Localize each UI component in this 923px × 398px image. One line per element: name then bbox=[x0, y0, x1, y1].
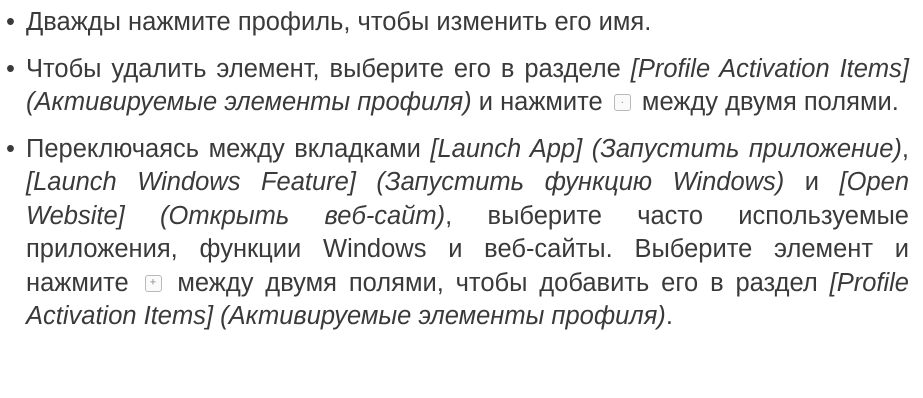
instruction-text: и нажмите bbox=[471, 88, 610, 116]
instruction-item-rename: Дважды нажмите профиль, чтобы изменить е… bbox=[6, 6, 909, 40]
instruction-text: Дважды нажмите профиль, чтобы изменить е… bbox=[26, 8, 652, 36]
instruction-text: . bbox=[665, 302, 673, 330]
instruction-text: Чтобы удалить элемент, выберите его в ра… bbox=[26, 54, 631, 83]
tab-name-launch-app: [Launch App] (Запустить приложение) bbox=[430, 134, 902, 163]
add-glyph: + bbox=[149, 276, 157, 289]
instruction-text: между двумя полями. bbox=[634, 88, 899, 116]
instruction-text: , bbox=[901, 134, 909, 163]
instruction-item-remove: Чтобы удалить элемент, выберите его в ра… bbox=[6, 53, 909, 120]
add-icon: + bbox=[144, 274, 162, 292]
instruction-text: и bbox=[784, 168, 840, 196]
instruction-text: между двумя полями, чтобы добавить его в… bbox=[165, 268, 830, 297]
remove-icon: · bbox=[613, 94, 631, 111]
instruction-list: Дважды нажмите профиль, чтобы изменить е… bbox=[0, 0, 923, 334]
tab-name-launch-windows-feature: [Launch Windows Feature] (Запустить функ… bbox=[26, 168, 785, 196]
remove-glyph: · bbox=[620, 96, 625, 108]
instruction-item-add: Переключаясь между вкладками [Launch App… bbox=[6, 133, 909, 334]
instruction-text: Переключаясь между вкладками bbox=[26, 134, 431, 163]
